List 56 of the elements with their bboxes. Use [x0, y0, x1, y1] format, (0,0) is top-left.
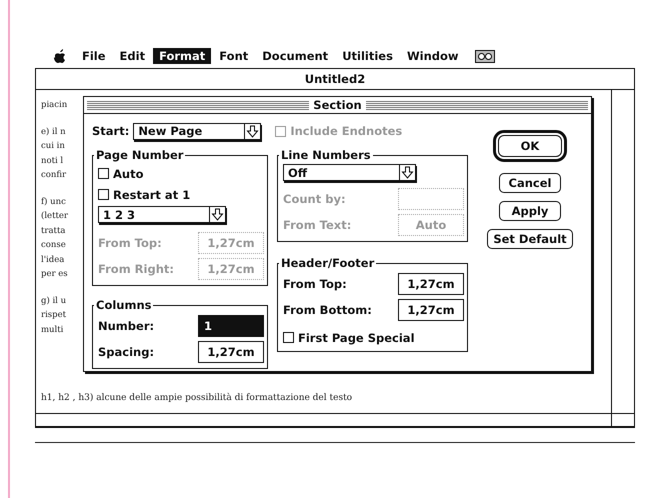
checkbox[interactable]: Restart at 1	[98, 185, 264, 204]
menu-item[interactable]: Edit	[114, 48, 152, 64]
text-line: multi	[41, 324, 64, 336]
dialog-title: Section	[313, 98, 362, 112]
text-line: e) il n	[41, 126, 66, 138]
text-line: l'idea	[41, 254, 64, 266]
popup-menu[interactable]: 1 2 3	[98, 206, 226, 223]
menu-item[interactable]: Font	[213, 48, 254, 64]
text-line: tratta	[41, 224, 66, 238]
down-arrow-icon	[246, 124, 260, 138]
input-field[interactable]: 1,27cm	[398, 273, 464, 295]
dialog-button[interactable]: Set Default	[487, 229, 573, 249]
menu-item[interactable]: Utilities	[336, 48, 399, 64]
group-title: Page Number	[96, 148, 184, 162]
menu-item[interactable]: File	[76, 48, 112, 64]
text-line: (letter	[41, 210, 68, 223]
text-line: rispet	[41, 309, 66, 322]
checkbox[interactable]: First Page Special	[283, 328, 464, 347]
text-line: g) il u	[41, 294, 66, 308]
menu-item[interactable]: Window	[400, 48, 465, 64]
vertical-scrollbar[interactable]	[611, 90, 634, 426]
down-arrow-icon	[211, 208, 224, 221]
text-line: piacin	[41, 99, 68, 112]
text-line: f) unc	[41, 196, 66, 208]
field-label: Number:	[98, 319, 156, 333]
input-field[interactable]: 1,27cm	[198, 341, 264, 363]
input-field[interactable]: 1	[198, 315, 264, 337]
field-label: Start:	[92, 124, 130, 138]
input-field[interactable]: 1,27cm	[398, 299, 464, 321]
group-title: Line Numbers	[281, 148, 371, 162]
popup-menu[interactable]: New Page	[133, 122, 262, 140]
text-line: noti l	[41, 154, 64, 168]
field-label: Count by:	[283, 192, 347, 206]
text-line: per es	[41, 268, 68, 281]
group-title: Header/Footer	[281, 256, 374, 270]
dialog-button[interactable]: Apply	[499, 201, 561, 221]
field-label: From Top:	[283, 277, 348, 291]
down-arrow-icon	[401, 166, 414, 179]
text-line: h1, h2 , h3) alcune delle ampie possibilità di formattazione del testo	[41, 392, 354, 404]
field-label: From Text:	[283, 218, 352, 232]
text-line: conse	[41, 239, 66, 252]
popup-menu[interactable]: Off	[283, 164, 416, 181]
field-label: From Right:	[98, 262, 175, 276]
field-label: From Bottom:	[283, 303, 373, 317]
group-title: Columns	[96, 298, 152, 312]
dialog-button[interactable]: Cancel	[499, 173, 561, 193]
field-label: From Top:	[98, 236, 163, 250]
app-switcher-icon[interactable]	[474, 50, 495, 62]
text-line: confir	[41, 169, 66, 182]
field-label: Spacing:	[98, 345, 156, 359]
menu-item[interactable]: Document	[256, 48, 334, 64]
checkbox[interactable]: Auto	[98, 164, 264, 183]
window-title: Untitled2	[304, 72, 366, 86]
text-line: cui in	[41, 140, 65, 153]
menu-item[interactable]: Format	[153, 48, 212, 64]
apple-icon[interactable]	[53, 48, 66, 64]
